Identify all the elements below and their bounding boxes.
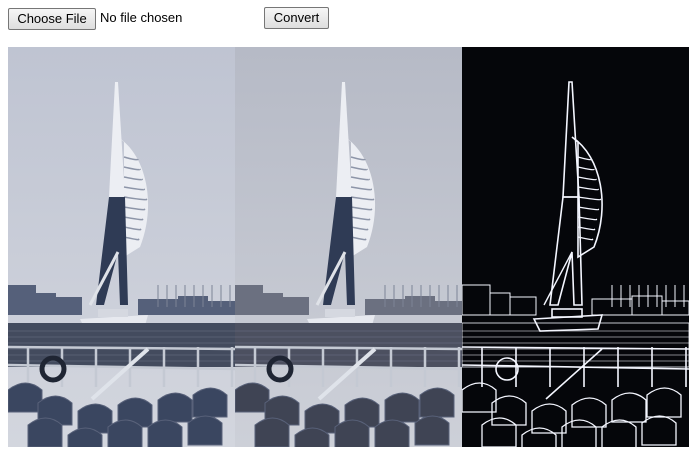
convert-button[interactable]: Convert	[264, 7, 329, 29]
choose-file-button[interactable]: Choose File	[8, 8, 96, 30]
edge-image-canvas	[462, 47, 689, 447]
original-image-canvas	[8, 47, 235, 447]
grayscale-photo-image	[235, 47, 462, 447]
original-photo-image	[8, 47, 235, 447]
toolbar: Choose File No file chosen Convert	[0, 0, 700, 40]
grayscale-image-canvas	[235, 47, 462, 447]
file-status-text: No file chosen	[100, 10, 183, 25]
edge-detection-photo-image	[462, 47, 689, 447]
